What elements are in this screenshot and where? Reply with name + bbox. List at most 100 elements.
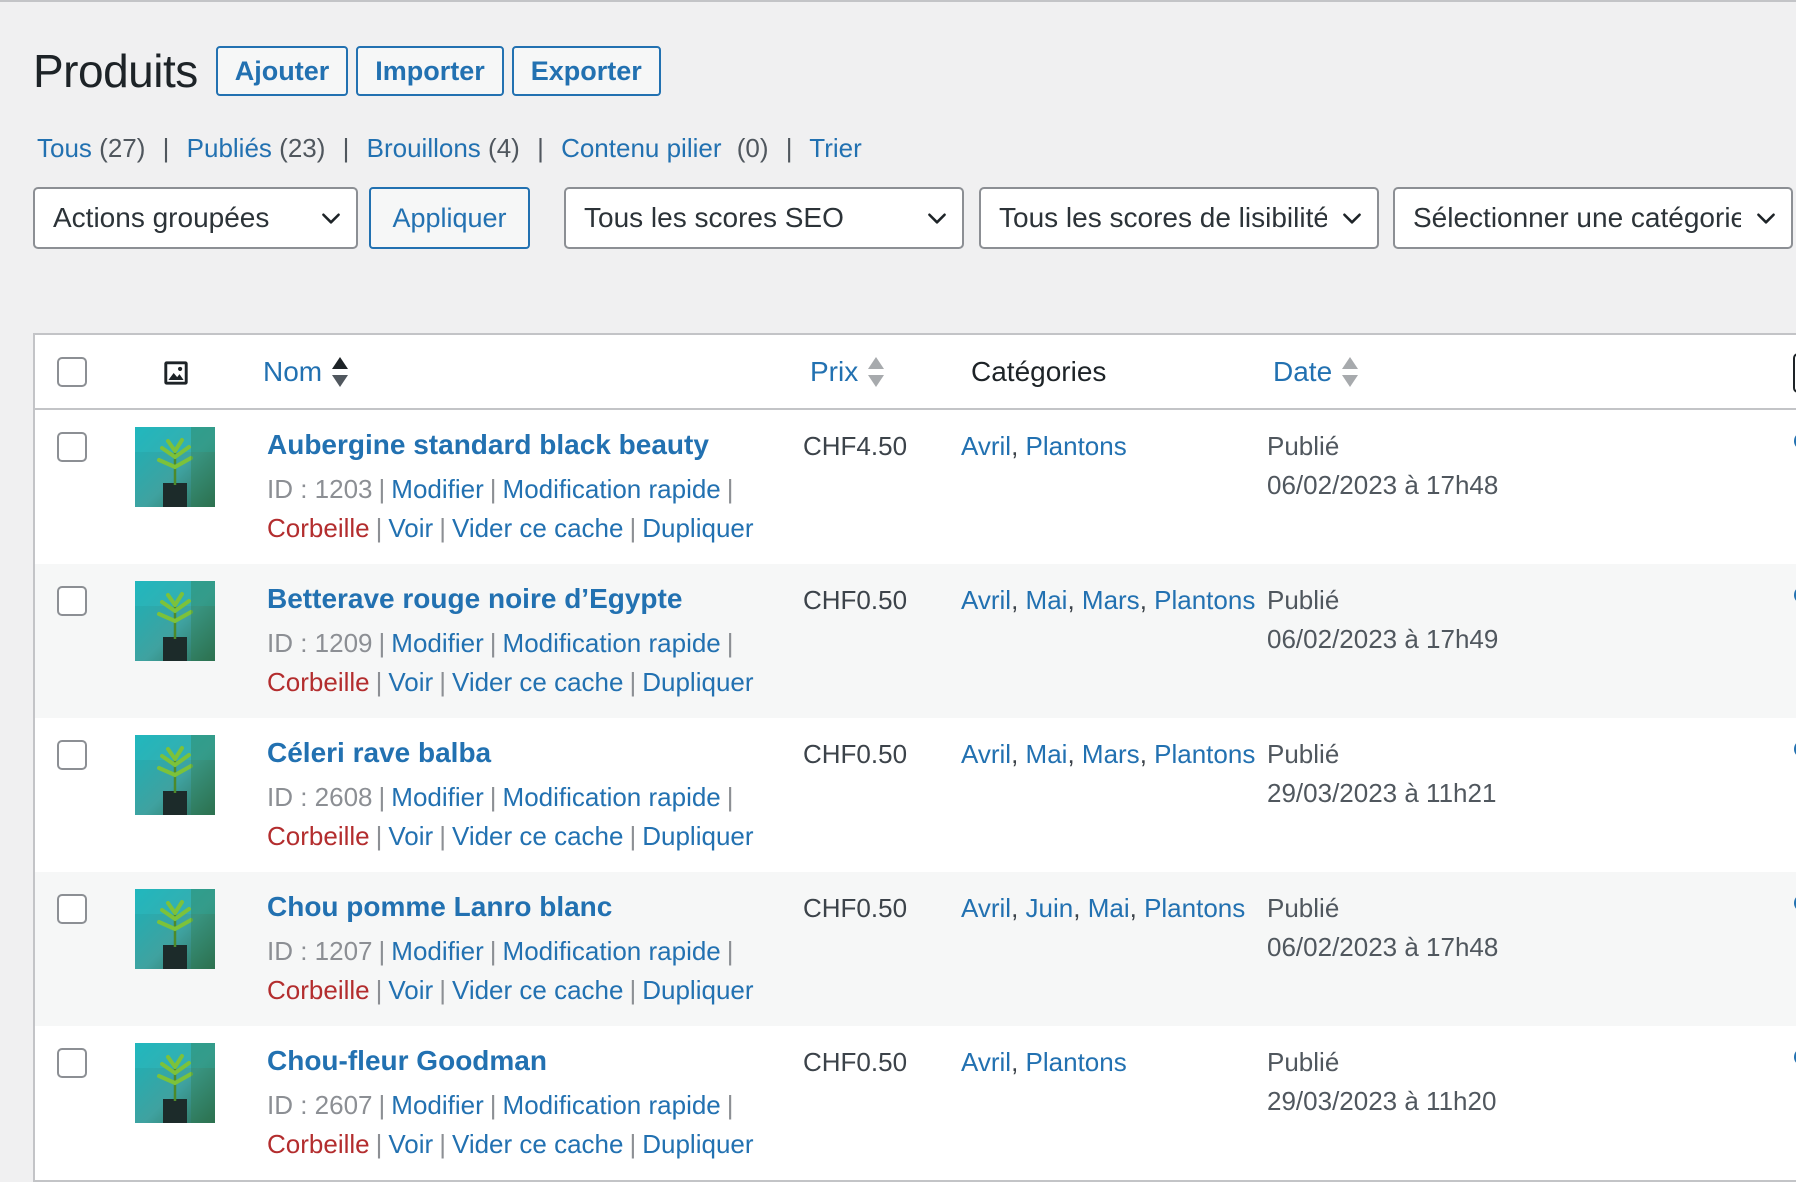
product-thumbnail[interactable] [135, 427, 215, 507]
view-link[interactable]: Voir [388, 667, 433, 697]
edit-link[interactable]: Modifier [391, 628, 483, 658]
clear-cache-link[interactable]: Vider ce cache [452, 1129, 624, 1159]
view-link[interactable]: Voir [388, 975, 433, 1005]
readability-score-select[interactable]: Tous les scores de lisibilité [979, 187, 1379, 249]
category-link[interactable]: Mai [1026, 585, 1068, 615]
view-link[interactable]: Voir [388, 1129, 433, 1159]
category-link[interactable]: Avril [961, 585, 1011, 615]
sort-icon [332, 357, 349, 387]
category-link[interactable]: Mars [1082, 585, 1140, 615]
row-checkbox[interactable] [57, 894, 87, 924]
product-thumbnail[interactable] [135, 889, 215, 969]
trash-link[interactable]: Corbeille [267, 975, 370, 1005]
product-thumbnail[interactable] [135, 1043, 215, 1123]
product-name-link[interactable]: Betterave rouge noire d’Egypte [267, 583, 682, 615]
separator: | [375, 513, 383, 543]
category-link[interactable]: Plantons [1154, 585, 1255, 615]
category-link[interactable]: Mars [1082, 739, 1140, 769]
trash-link[interactable]: Corbeille [267, 821, 370, 851]
separator: | [375, 1129, 383, 1159]
publish-status: Publié [1267, 739, 1340, 769]
separator: | [489, 782, 497, 812]
duplicate-link[interactable]: Dupliquer [642, 975, 753, 1005]
seo-score-select[interactable]: Tous les scores SEO [564, 187, 964, 249]
row-checkbox[interactable] [57, 740, 87, 770]
category-link[interactable]: Mai [1026, 739, 1068, 769]
row-checkbox[interactable] [57, 1048, 87, 1078]
quick-edit-link[interactable]: Modification rapide [503, 628, 721, 658]
trash-link[interactable]: Corbeille [267, 513, 370, 543]
clear-cache-link[interactable]: Vider ce cache [452, 975, 624, 1005]
separator: | [375, 975, 383, 1005]
category-link[interactable]: Plantons [1026, 431, 1127, 461]
export-button[interactable]: Exporter [511, 46, 661, 96]
trash-link[interactable]: Corbeille [267, 667, 370, 697]
product-thumbnail[interactable] [135, 581, 215, 661]
trash-link[interactable]: Corbeille [267, 1129, 370, 1159]
comma: , [1067, 585, 1082, 615]
edit-link[interactable]: Modifier [391, 936, 483, 966]
quick-edit-link[interactable]: Modification rapide [503, 936, 721, 966]
edit-link[interactable]: Modifier [391, 1090, 483, 1120]
view-link[interactable]: Voir [388, 513, 433, 543]
separator: | [726, 628, 734, 658]
category-select[interactable]: Sélectionner une catégorie [1393, 187, 1793, 249]
product-name-link[interactable]: Chou pomme Lanro blanc [267, 891, 612, 923]
bulk-actions-select[interactable]: Actions groupées [33, 187, 358, 249]
column-price[interactable]: Prix [810, 356, 885, 388]
view-drafts-link[interactable]: Brouillons [367, 133, 481, 163]
separator: | [489, 474, 497, 504]
view-sort-link[interactable]: Trier [809, 133, 861, 163]
duplicate-link[interactable]: Dupliquer [642, 667, 753, 697]
category-link[interactable]: Plantons [1026, 1047, 1127, 1077]
view-published-link[interactable]: Publiés [187, 133, 272, 163]
row-checkbox[interactable] [57, 432, 87, 462]
product-name-link[interactable]: Aubergine standard black beauty [267, 429, 709, 461]
category-link[interactable]: Avril [961, 1047, 1011, 1077]
category-link[interactable]: Avril [961, 893, 1011, 923]
import-button[interactable]: Importer [356, 46, 504, 96]
row-checkbox[interactable] [57, 586, 87, 616]
duplicate-link[interactable]: Dupliquer [642, 1129, 753, 1159]
view-all-link[interactable]: Tous [37, 133, 92, 163]
column-categories: Catégories [971, 356, 1106, 388]
chevron-down-icon [1343, 213, 1361, 224]
add-button[interactable]: Ajouter [215, 46, 349, 96]
view-pillar-link[interactable]: Contenu pilier [561, 133, 721, 163]
row-actions: ID : 1203 | Modifier | Modification rapide | [267, 474, 740, 505]
product-thumbnail[interactable] [135, 735, 215, 815]
quick-edit-link[interactable]: Modification rapide [503, 782, 721, 812]
clear-cache-link[interactable]: Vider ce cache [452, 667, 624, 697]
clear-cache-link[interactable]: Vider ce cache [452, 513, 624, 543]
separator: | [162, 133, 170, 163]
category-link[interactable]: Plantons [1154, 739, 1255, 769]
table-row: Chou pomme Lanro blanc ID : 1207 | Modifie… [35, 872, 1796, 1026]
apply-button[interactable]: Appliquer [369, 187, 530, 249]
view-link[interactable]: Voir [388, 821, 433, 851]
product-name-link[interactable]: Céleri rave balba [267, 737, 491, 769]
view-pillar-count: (0) [736, 133, 769, 163]
duplicate-link[interactable]: Dupliquer [642, 821, 753, 851]
category-link[interactable]: Mai [1088, 893, 1130, 923]
edit-link[interactable]: Modifier [391, 474, 483, 504]
category-link[interactable]: Juin [1026, 893, 1074, 923]
publish-date: 29/03/2023 à 11h20 [1267, 1086, 1497, 1116]
quick-edit-link[interactable]: Modification rapide [503, 474, 721, 504]
separator: | [439, 513, 446, 543]
column-name[interactable]: Nom [263, 356, 349, 388]
category-link[interactable]: Avril [961, 739, 1011, 769]
comma: , [1011, 431, 1026, 461]
duplicate-link[interactable]: Dupliquer [642, 513, 753, 543]
clear-cache-link[interactable]: Vider ce cache [452, 821, 624, 851]
edit-link[interactable]: Modifier [391, 782, 483, 812]
select-all-checkbox[interactable] [57, 357, 87, 387]
column-date[interactable]: Date [1273, 356, 1359, 388]
publish-date: 06/02/2023 à 17h49 [1267, 624, 1499, 654]
quick-edit-link[interactable]: Modification rapide [503, 1090, 721, 1120]
comma: , [1011, 739, 1026, 769]
product-name-link[interactable]: Chou-fleur Goodman [267, 1045, 547, 1077]
product-price: CHF0.50 [803, 739, 908, 769]
chevron-down-icon [1757, 213, 1775, 224]
category-link[interactable]: Avril [961, 431, 1011, 461]
category-link[interactable]: Plantons [1144, 893, 1245, 923]
